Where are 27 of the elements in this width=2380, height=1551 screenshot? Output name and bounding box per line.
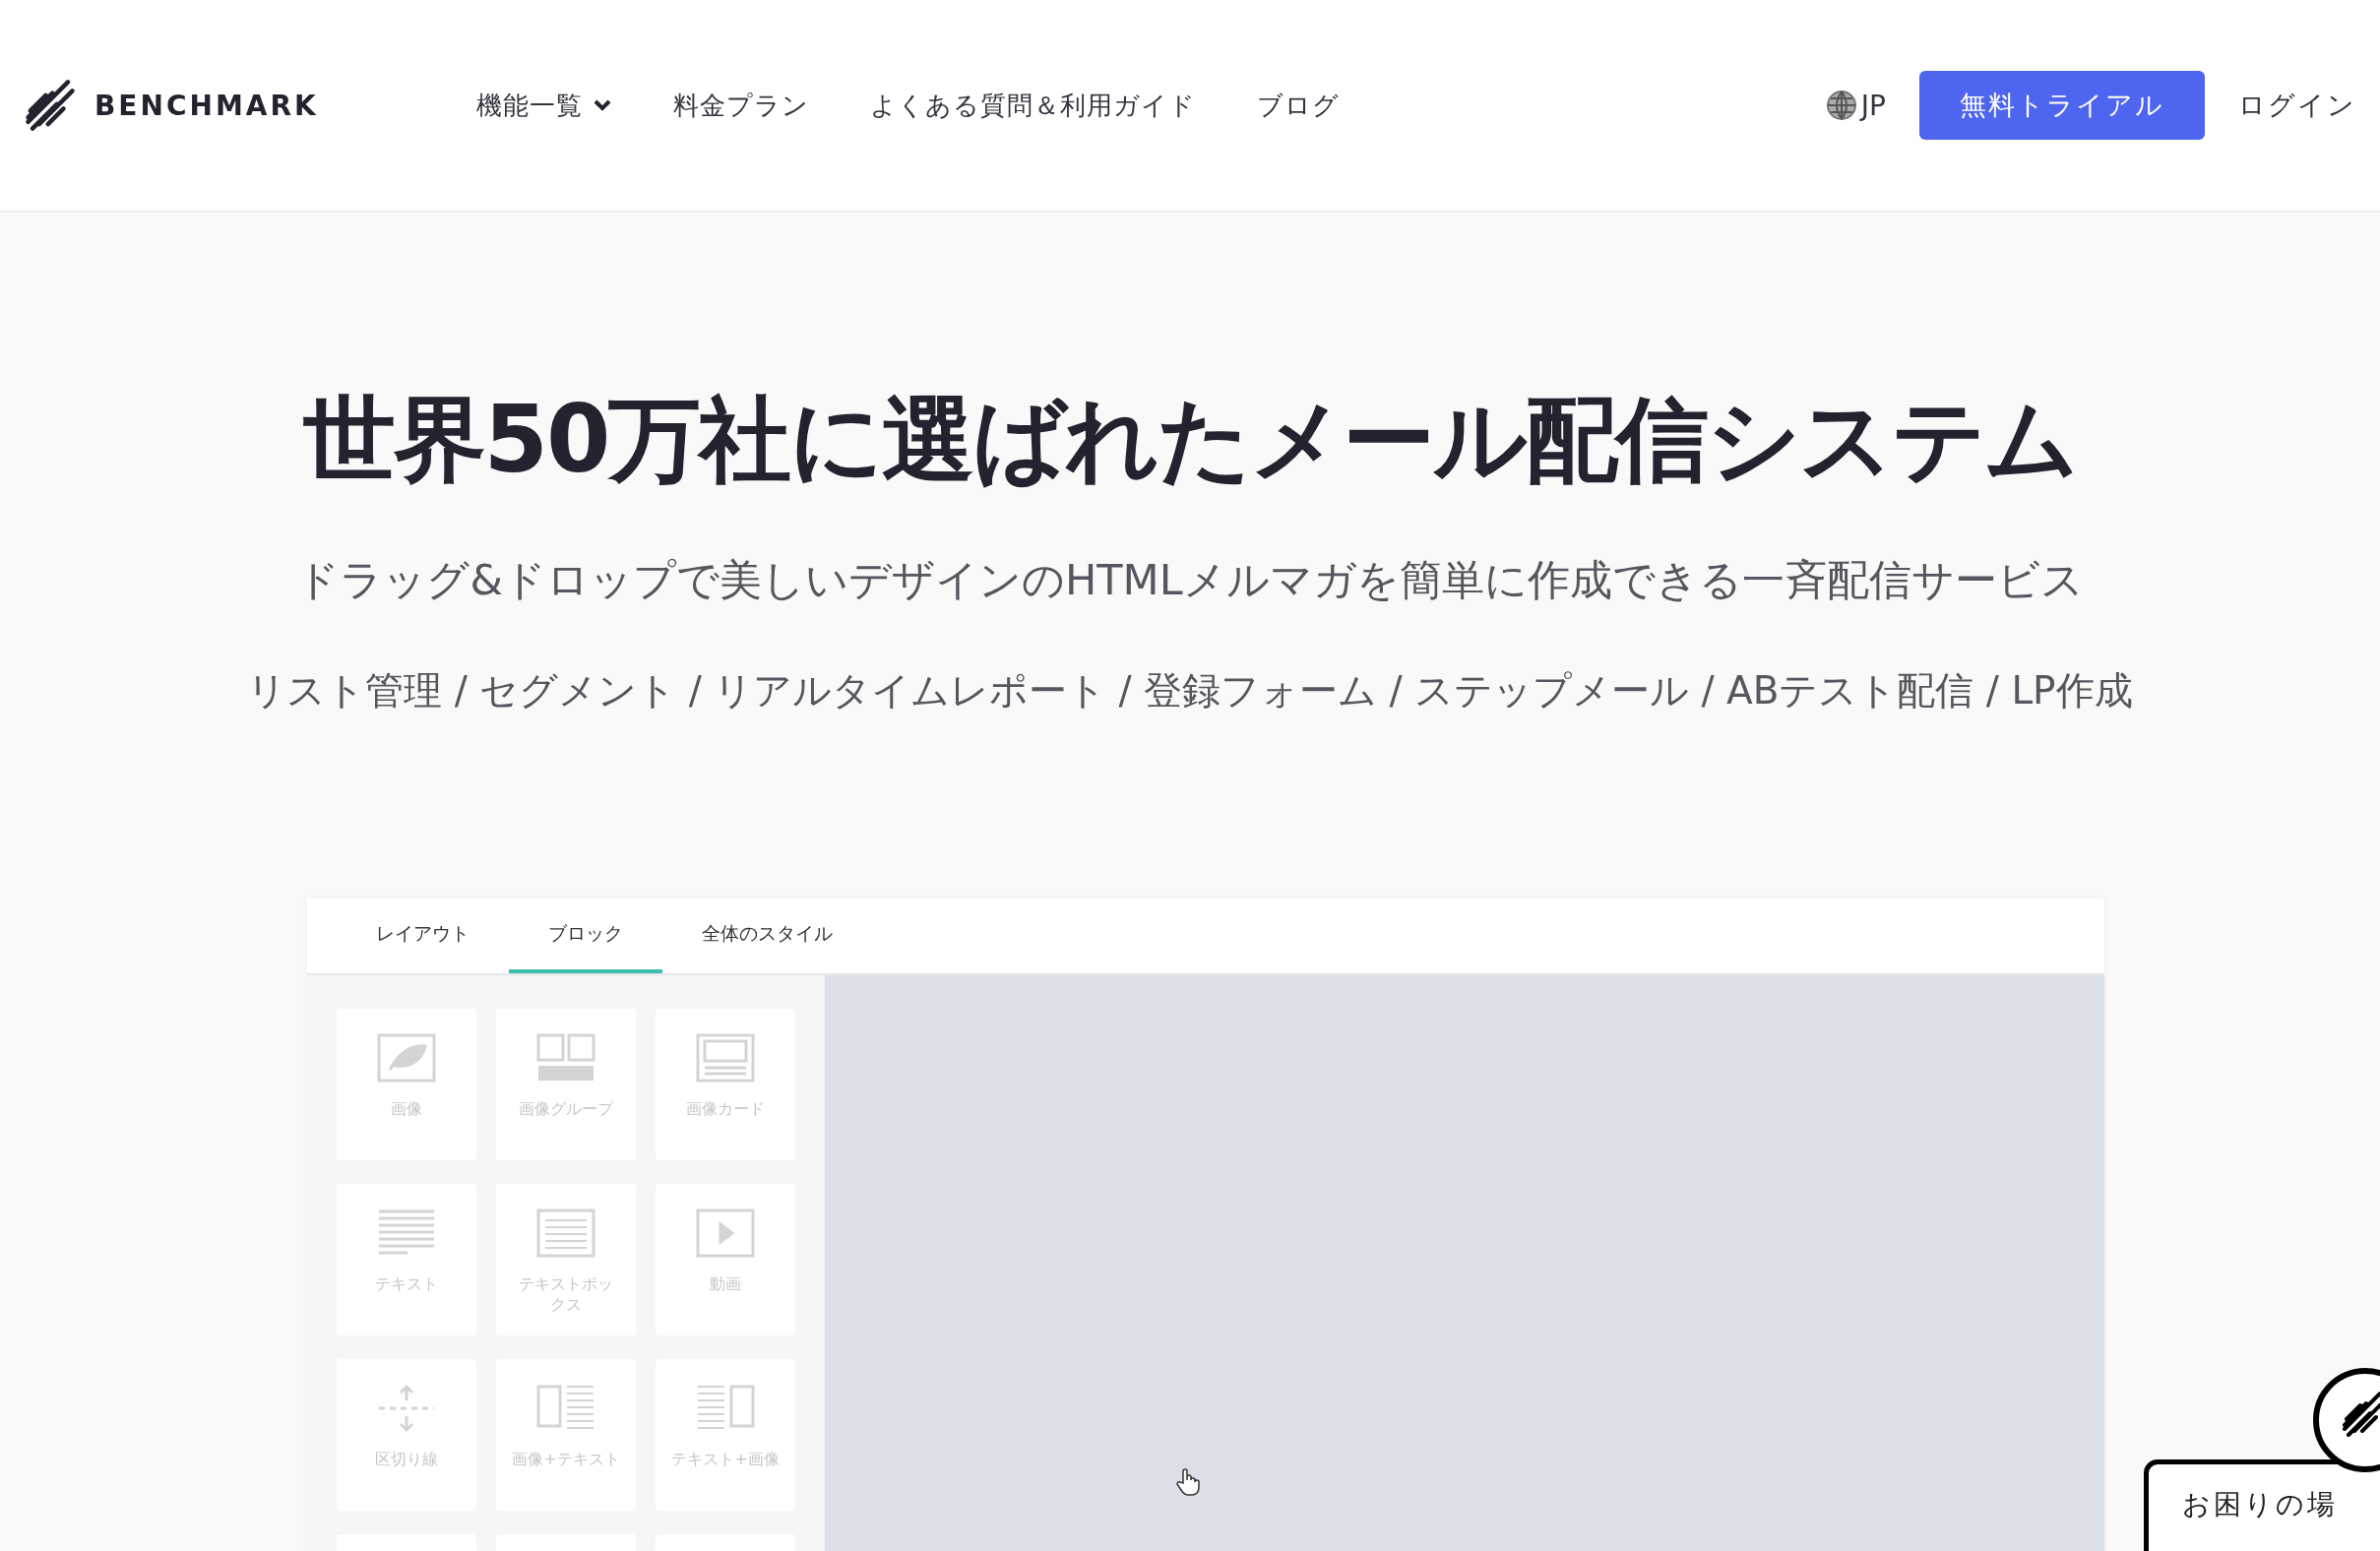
editor-tab[interactable]: 全体のスタイル	[662, 899, 872, 973]
nav-link[interactable]: 料金プラン	[673, 88, 809, 123]
block-label: テキスト	[374, 1274, 439, 1295]
text-box-icon	[535, 1208, 596, 1259]
language-link[interactable]: JP	[1825, 89, 1886, 122]
video-play-icon	[695, 1208, 756, 1259]
picture-card-icon	[695, 1032, 756, 1084]
block-label: 区切り線	[374, 1450, 439, 1470]
brand-logo[interactable]: BENCHMARK	[24, 79, 476, 132]
editor-tab[interactable]: レイアウト	[337, 899, 509, 973]
nav-link[interactable]: 機能一覧	[476, 88, 612, 123]
login-link[interactable]: ログイン	[2238, 88, 2356, 123]
nav-link[interactable]: よくある質問＆利用ガイド	[870, 88, 1196, 123]
leaf-picture-icon	[376, 1032, 437, 1084]
hero-title: 世界50万社に選ばれたメール配信システム	[302, 385, 2078, 495]
picture-group-icon	[535, 1032, 596, 1084]
block-label: テキストボックス	[518, 1274, 614, 1316]
globe-icon	[1825, 90, 1857, 121]
hand-cursor-icon	[1175, 1467, 1201, 1497]
hero-subtitle: ドラッグ&ドロップで美しいデザインのHTMLメルマガを簡単に作成できる一斉配信サービス	[296, 554, 2084, 606]
feature-list: リスト管理 / セグメント / リアルタイムレポート / 登録フォーム / ステップメール / ABテスト配信 / LP作成	[247, 664, 2133, 717]
chevron-down-icon	[593, 98, 612, 112]
divider-arrows-icon	[376, 1383, 437, 1434]
nav-link[interactable]: ブログ	[1257, 88, 1340, 123]
slash-lines-icon	[24, 79, 77, 132]
logo-text: BENCHMARK	[94, 89, 319, 122]
free-trial-button[interactable]: 無料トライアル	[1919, 71, 2205, 140]
